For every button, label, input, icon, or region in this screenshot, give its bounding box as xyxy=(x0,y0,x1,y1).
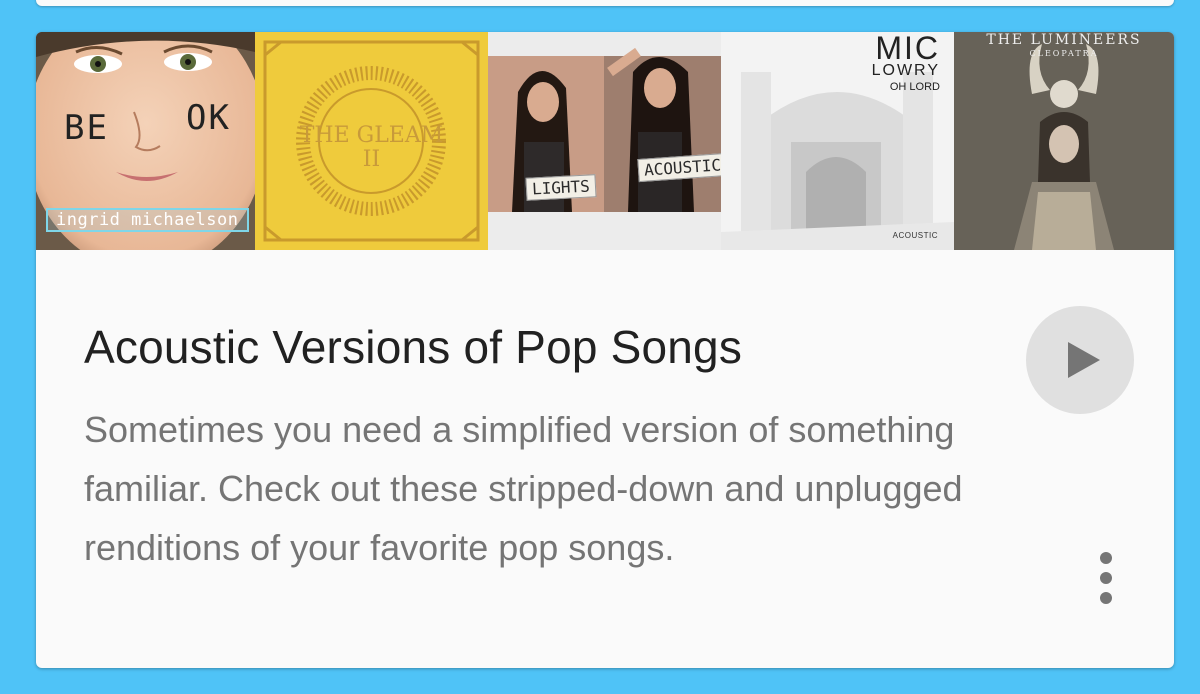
album-art-strip: BE OK ingrid michaelson THE GLEAM II LIG… xyxy=(36,32,1174,250)
more-options-button[interactable] xyxy=(1088,542,1124,614)
previous-card-edge xyxy=(36,0,1174,6)
cover-text-ok: OK xyxy=(186,98,231,138)
cover-text-be: BE xyxy=(64,108,109,148)
cover-text-line-1: THE GLEAM xyxy=(299,123,444,148)
cover-text-cleopatra: CLEOPATRA xyxy=(1029,49,1099,58)
album-cover-be-ok: BE OK ingrid michaelson xyxy=(36,32,255,250)
cover-text-lights: LIGHTS xyxy=(525,174,597,201)
playlist-description: Sometimes you need a simplified version … xyxy=(84,409,963,568)
cover-text-lowry: LOWRY xyxy=(871,62,940,79)
playlist-title[interactable]: Acoustic Versions of Pop Songs xyxy=(84,320,742,374)
cover-text-mic: MIC xyxy=(875,32,940,66)
album-cover-lights-acoustic: LIGHTS ACOUSTIC xyxy=(488,32,721,250)
album-cover-cleopatra: THE LUMINEERS CLEOPATRA xyxy=(954,32,1174,250)
cover-text-the-gleam: THE GLEAM II xyxy=(255,124,488,172)
play-button[interactable] xyxy=(1026,306,1134,414)
album-cover-the-gleam-ii: THE GLEAM II xyxy=(255,32,488,250)
cover-text-lumineers: THE LUMINEERS xyxy=(986,32,1142,48)
cover-text-acoustic-small: ACOUSTIC xyxy=(892,231,938,240)
cover-text-the-lumineers: THE LUMINEERS CLEOPATRA xyxy=(954,32,1174,60)
cover-artist-text: ingrid michaelson xyxy=(46,208,249,232)
cover-text-line-2: II xyxy=(362,147,381,172)
cover-text-oh-lord: OH LORD xyxy=(889,81,940,93)
album-cover-oh-lord: MIC LOWRY OH LORD ACOUSTIC xyxy=(721,32,954,250)
play-icon xyxy=(1068,342,1100,378)
playlist-card[interactable]: BE OK ingrid michaelson THE GLEAM II LIG… xyxy=(36,32,1174,668)
cover-text-mic-lowry: MIC LOWRY OH LORD xyxy=(871,32,940,94)
